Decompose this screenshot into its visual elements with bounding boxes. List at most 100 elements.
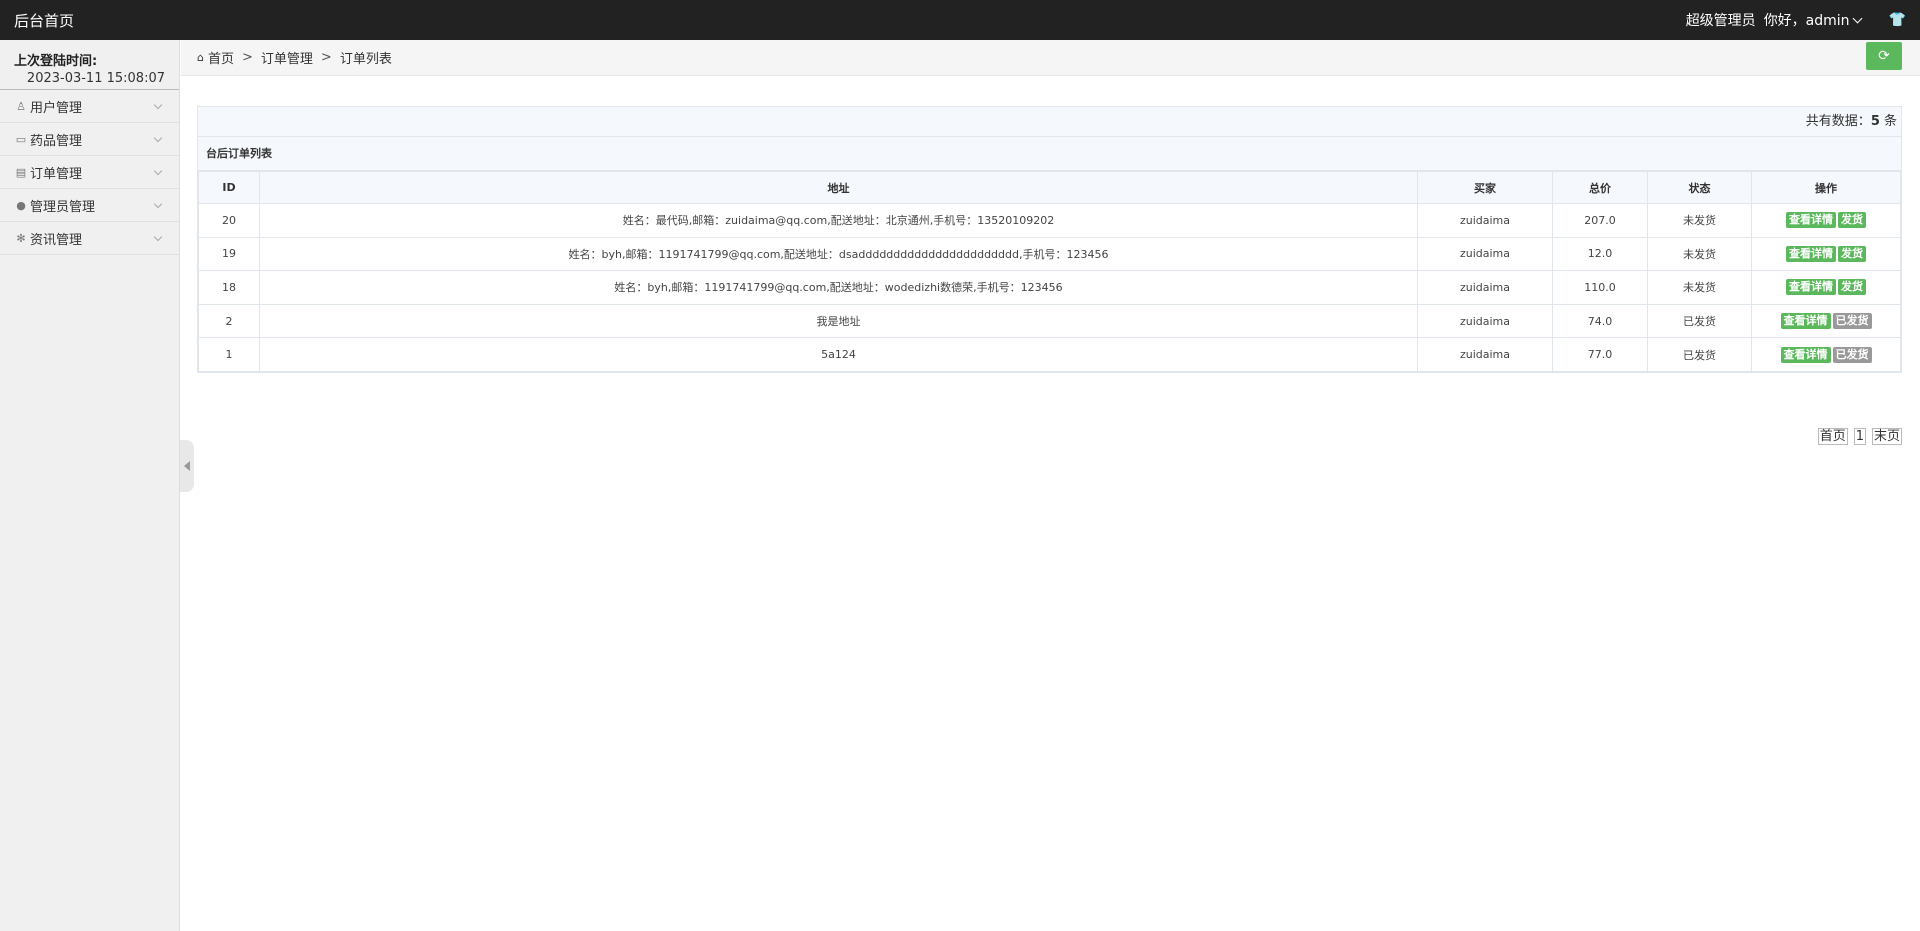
home-icon: ⌂ bbox=[197, 51, 204, 64]
last-login-panel: 上次登陆时间: 2023-03-11 15:08:07 bbox=[0, 40, 179, 90]
ship-button[interactable]: 发货 bbox=[1838, 279, 1866, 296]
cell-id: 18 bbox=[198, 270, 260, 305]
cell-buyer: zuidaima bbox=[1417, 236, 1553, 272]
sidebar-item-medicine[interactable]: ▭ 药品管理 bbox=[0, 123, 179, 156]
cell-actions: 查看详情 已发货 bbox=[1751, 303, 1901, 339]
chevron-down-icon bbox=[153, 133, 163, 143]
cell-address: 我是地址 bbox=[259, 303, 1418, 339]
cell-status: 未发货 bbox=[1647, 203, 1752, 238]
cell-id: 2 bbox=[198, 303, 260, 339]
cell-actions: 查看详情 发货 bbox=[1751, 203, 1901, 238]
cell-address: 姓名：byh,邮箱：1191741799@qq.com,配送地址：dsadddd… bbox=[259, 236, 1418, 272]
cell-id: 1 bbox=[198, 337, 260, 372]
col-id: ID bbox=[198, 171, 260, 204]
page-last[interactable]: 末页 bbox=[1871, 428, 1902, 445]
cell-id: 20 bbox=[198, 203, 260, 238]
person-icon: ● bbox=[16, 198, 26, 212]
chevron-down-icon bbox=[153, 100, 163, 110]
shirt-icon[interactable]: 👕 bbox=[1889, 12, 1906, 28]
cell-total: 110.0 bbox=[1552, 270, 1648, 305]
role-label: 超级管理员 bbox=[1685, 13, 1756, 29]
cell-actions: 查看详情 发货 bbox=[1751, 270, 1901, 305]
refresh-button[interactable]: ⟳ bbox=[1866, 42, 1902, 70]
sidebar-item-news[interactable]: ✻ 资讯管理 bbox=[0, 222, 179, 255]
user-menu[interactable]: 你好，admin bbox=[1764, 10, 1867, 30]
col-total: 总价 bbox=[1552, 171, 1648, 204]
col-address: 地址 bbox=[259, 171, 1418, 204]
cell-total: 207.0 bbox=[1552, 203, 1648, 238]
breadcrumb-separator: > bbox=[320, 50, 332, 65]
breadcrumb: ⌂ 首页 > 订单管理 > 订单列表 ⟳ bbox=[181, 40, 1920, 76]
view-details-button[interactable]: 查看详情 bbox=[1786, 212, 1836, 229]
col-buyer: 买家 bbox=[1417, 171, 1553, 204]
breadcrumb-orders[interactable]: 订单管理 bbox=[261, 48, 313, 67]
sidebar-item-admins[interactable]: ● 管理员管理 bbox=[0, 189, 179, 222]
cell-buyer: zuidaima bbox=[1417, 337, 1553, 372]
cell-address: 姓名：byh,邮箱：1191741799@qq.com,配送地址：wodediz… bbox=[259, 270, 1418, 305]
chevron-down-icon bbox=[153, 199, 163, 209]
table-row: 19 姓名：byh,邮箱：1191741799@qq.com,配送地址：dsadd… bbox=[198, 236, 1901, 272]
table-header-row: ID 地址 买家 总价 状态 操作 bbox=[198, 171, 1901, 204]
shipped-button: 已发货 bbox=[1832, 313, 1872, 330]
record-count-suffix: 条 bbox=[1879, 114, 1897, 129]
sidebar: 上次登陆时间: 2023-03-11 15:08:07 ♙ 用户管理 ▭ 药品管… bbox=[0, 40, 180, 931]
record-count-prefix: 共有数据： bbox=[1805, 114, 1871, 129]
chevron-down-icon bbox=[1852, 13, 1863, 23]
table-row: 1 5a124 zuidaima 77.0 已发货 查看详情 已发货 bbox=[198, 337, 1901, 372]
cell-buyer: zuidaima bbox=[1417, 303, 1553, 339]
cell-id: 19 bbox=[198, 236, 260, 272]
cell-buyer: zuidaima bbox=[1417, 203, 1553, 238]
cell-status: 已发货 bbox=[1647, 303, 1752, 339]
breadcrumb-separator: > bbox=[242, 50, 253, 65]
last-login-label: 上次登陆时间: bbox=[14, 54, 98, 69]
table-row: 20 姓名：最代码,邮箱：zuidaima@qq.com,配送地址：北京通州,手机… bbox=[198, 203, 1901, 238]
cell-actions: 查看详情 发货 bbox=[1751, 236, 1901, 272]
cell-status: 已发货 bbox=[1647, 337, 1752, 372]
refresh-icon: ⟳ bbox=[1878, 48, 1890, 64]
cell-status: 未发货 bbox=[1647, 270, 1752, 305]
sidebar-item-label: 资讯管理 bbox=[30, 232, 83, 248]
pagination: 首页 1 末页 bbox=[1817, 428, 1902, 445]
col-status: 状态 bbox=[1647, 171, 1752, 204]
cell-status: 未发货 bbox=[1647, 236, 1752, 272]
main-content: ⌂ 首页 > 订单管理 > 订单列表 ⟳ 共有数据：5 条 台后订单列表 ID … bbox=[181, 40, 1920, 931]
chevron-down-icon bbox=[153, 166, 163, 176]
breadcrumb-current: 订单列表 bbox=[339, 52, 392, 67]
cell-address: 姓名：最代码,邮箱：zuidaima@qq.com,配送地址：北京通州,手机号：… bbox=[259, 203, 1418, 238]
view-details-button[interactable]: 查看详情 bbox=[1780, 346, 1831, 363]
user-area: 超级管理员 你好，admin 👕 bbox=[1686, 10, 1906, 30]
cell-total: 12.0 bbox=[1552, 236, 1648, 272]
ship-button[interactable]: 发货 bbox=[1838, 212, 1866, 229]
brand-title[interactable]: 后台首页 bbox=[14, 10, 74, 31]
sidebar-item-label: 用户管理 bbox=[30, 100, 83, 116]
table-row: 2 我是地址 zuidaima 74.0 已发货 查看详情 已发货 bbox=[198, 303, 1901, 339]
sidebar-item-label: 药品管理 bbox=[30, 133, 83, 149]
orders-table: ID 地址 买家 总价 状态 操作 20 姓名：最代码,邮箱：zuidaima@q… bbox=[198, 171, 1901, 372]
breadcrumb-home[interactable]: 首页 bbox=[208, 48, 234, 67]
shipped-button: 已发货 bbox=[1832, 346, 1872, 363]
view-details-button[interactable]: 查看详情 bbox=[1786, 279, 1836, 296]
page-first[interactable]: 首页 bbox=[1817, 428, 1848, 445]
cell-buyer: zuidaima bbox=[1417, 270, 1553, 305]
page-current[interactable]: 1 bbox=[1853, 428, 1866, 445]
table-title: 台后订单列表 bbox=[198, 137, 1901, 171]
last-login-value: 2023-03-11 15:08:07 bbox=[26, 71, 165, 86]
sidebar-item-label: 管理员管理 bbox=[30, 199, 96, 215]
chevron-down-icon bbox=[153, 232, 163, 242]
top-bar: 后台首页 超级管理员 你好，admin 👕 bbox=[0, 0, 1920, 40]
sidebar-item-orders[interactable]: ▤ 订单管理 bbox=[0, 156, 179, 189]
order-panel: 共有数据：5 条 台后订单列表 ID 地址 买家 总价 状态 操作 20 姓名：最… bbox=[197, 106, 1902, 373]
cell-actions: 查看详情 已发货 bbox=[1751, 337, 1901, 372]
sidebar-item-users[interactable]: ♙ 用户管理 bbox=[0, 90, 179, 123]
col-actions: 操作 bbox=[1751, 171, 1901, 204]
bag-icon: ▭ bbox=[15, 132, 27, 146]
view-details-button[interactable]: 查看详情 bbox=[1780, 313, 1831, 330]
user-icon: ♙ bbox=[16, 99, 26, 113]
record-count: 共有数据：5 条 bbox=[198, 107, 1901, 137]
card-icon: ▤ bbox=[15, 165, 27, 179]
greeting-label: 你好，admin bbox=[1763, 13, 1850, 29]
record-count-value: 5 bbox=[1870, 114, 1880, 129]
ship-button[interactable]: 发货 bbox=[1838, 245, 1866, 262]
view-details-button[interactable]: 查看详情 bbox=[1786, 245, 1836, 262]
gear-icon: ✻ bbox=[16, 231, 26, 245]
